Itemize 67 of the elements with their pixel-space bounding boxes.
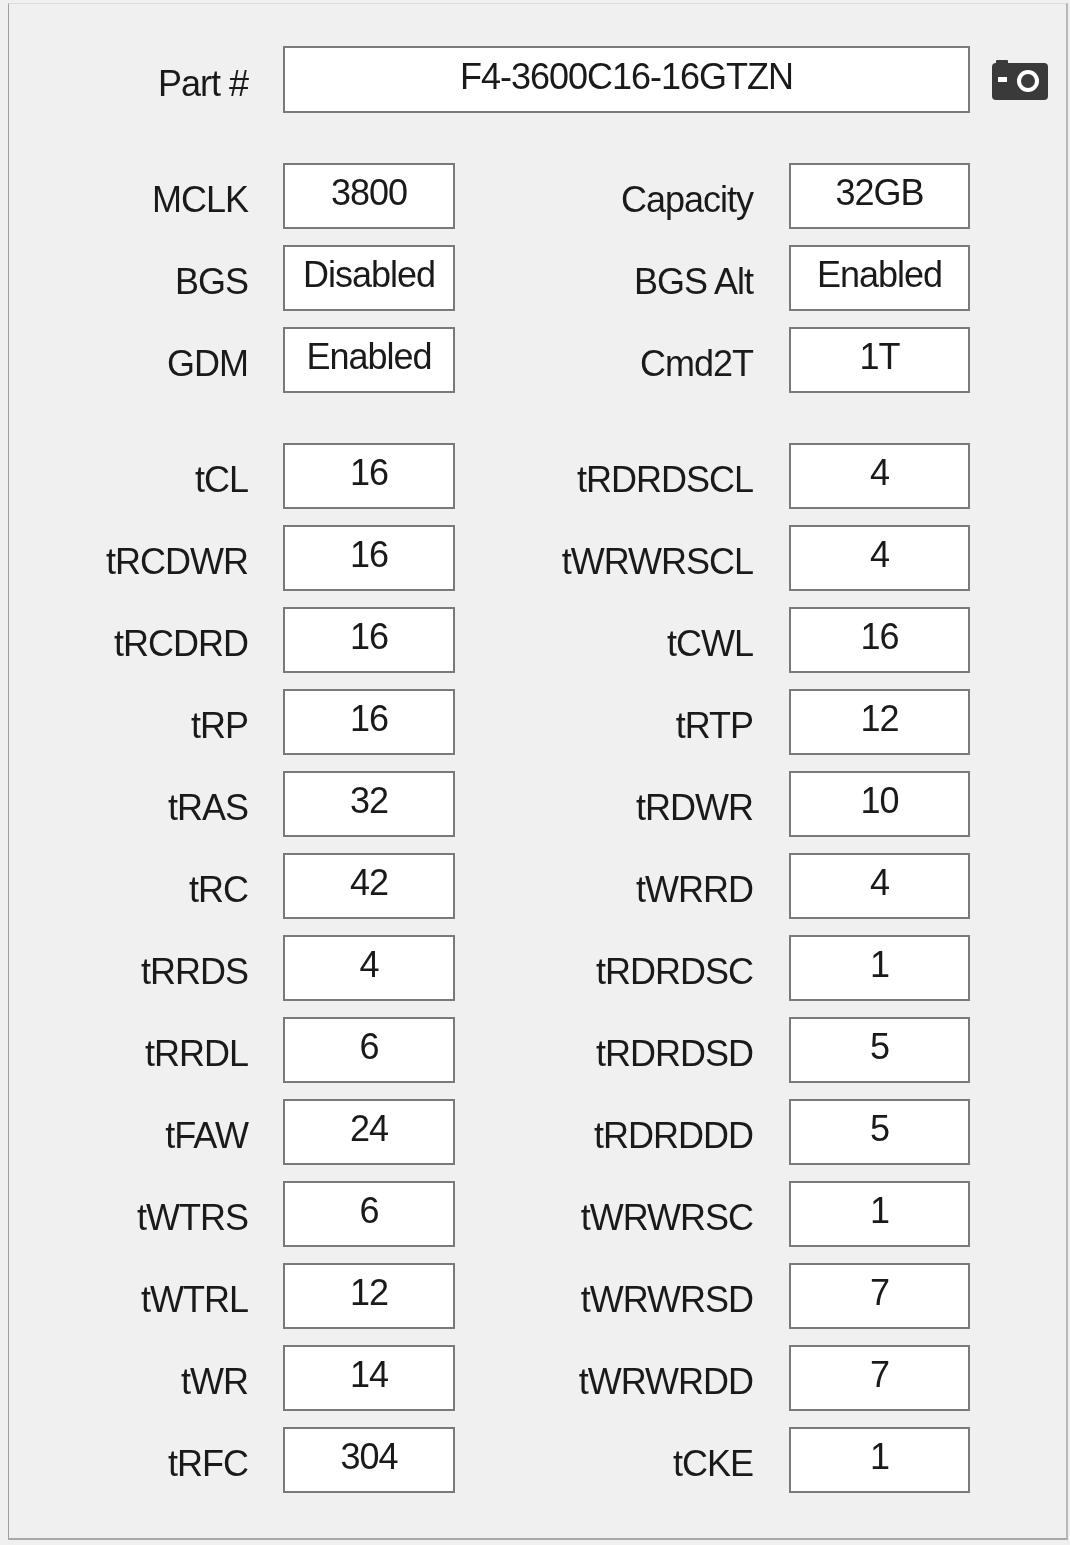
field-label: tRP (190, 704, 248, 747)
field-label: tRTP (674, 704, 753, 747)
value-field[interactable]: 32 (283, 771, 455, 837)
field-label: tRDRDSCL (575, 458, 753, 501)
part-number-field[interactable]: F4-3600C16-16GTZN (283, 46, 970, 113)
value-field[interactable]: 1 (789, 1181, 970, 1247)
value-field[interactable]: 7 (789, 1263, 970, 1329)
field-label: Capacity (619, 178, 753, 221)
value-field[interactable]: 12 (789, 689, 970, 755)
value-field[interactable]: 6 (283, 1181, 455, 1247)
value-field[interactable]: 4 (789, 525, 970, 591)
field-label: Part # (156, 61, 248, 105)
value-field[interactable]: 16 (283, 443, 455, 509)
field-label: MCLK (150, 178, 248, 221)
value-field[interactable]: Disabled (283, 245, 455, 311)
camera-icon[interactable] (992, 59, 1048, 100)
field-label: tWRWRSCL (560, 540, 753, 583)
value-field[interactable]: 1 (789, 1427, 970, 1493)
field-label: tRC (188, 868, 248, 911)
field-label: tRDWR (635, 786, 753, 829)
field-label: tWTRL (140, 1278, 248, 1321)
value-field[interactable]: 16 (283, 607, 455, 673)
field-label: tWR (180, 1360, 248, 1403)
field-label: Cmd2T (638, 342, 753, 385)
field-label: tRCDRD (113, 622, 248, 665)
field-label: tRRDS (140, 950, 248, 993)
field-label: tWRRD (635, 868, 753, 911)
value-field[interactable]: 16 (283, 689, 455, 755)
field-label: tWRWRDD (577, 1360, 753, 1403)
field-label: tWRWRSD (579, 1278, 753, 1321)
field-label: tWRWRSC (579, 1196, 753, 1239)
field-label: tCL (193, 458, 248, 501)
value-field[interactable]: 14 (283, 1345, 455, 1411)
value-field[interactable]: 10 (789, 771, 970, 837)
value-field[interactable]: 32GB (789, 163, 970, 229)
value-field[interactable]: 4 (283, 935, 455, 1001)
value-field[interactable]: 42 (283, 853, 455, 919)
value-field[interactable]: 5 (789, 1017, 970, 1083)
field-label: tRDRDSD (595, 1032, 753, 1075)
field-label: BGS Alt (632, 260, 753, 303)
value-field[interactable]: 16 (789, 607, 970, 673)
field-label: tRDRDSC (595, 950, 753, 993)
value-field[interactable]: 304 (283, 1427, 455, 1493)
field-label: tRAS (166, 786, 248, 829)
value-field[interactable]: Enabled (789, 245, 970, 311)
value-field[interactable]: 4 (789, 853, 970, 919)
value-field[interactable]: 6 (283, 1017, 455, 1083)
field-label: tCWL (666, 622, 753, 665)
value-field[interactable]: 5 (789, 1099, 970, 1165)
value-field[interactable]: 16 (283, 525, 455, 591)
field-label: tRRDL (143, 1032, 248, 1075)
field-label: GDM (166, 342, 248, 385)
value-field[interactable]: 12 (283, 1263, 455, 1329)
value-field[interactable]: 24 (283, 1099, 455, 1165)
field-label: tRCDWR (105, 540, 248, 583)
value-field[interactable]: 7 (789, 1345, 970, 1411)
value-field[interactable]: Enabled (283, 327, 455, 393)
field-label: tRDRDDD (593, 1114, 753, 1157)
field-label: BGS (173, 260, 248, 303)
value-field[interactable]: 1T (789, 327, 970, 393)
field-label: tWTRS (136, 1196, 248, 1239)
field-label: tFAW (164, 1114, 248, 1157)
value-field[interactable]: 4 (789, 443, 970, 509)
value-field[interactable]: 1 (789, 935, 970, 1001)
field-label: tCKE (671, 1442, 753, 1485)
field-label: tRFC (167, 1442, 248, 1485)
value-field[interactable]: 3800 (283, 163, 455, 229)
